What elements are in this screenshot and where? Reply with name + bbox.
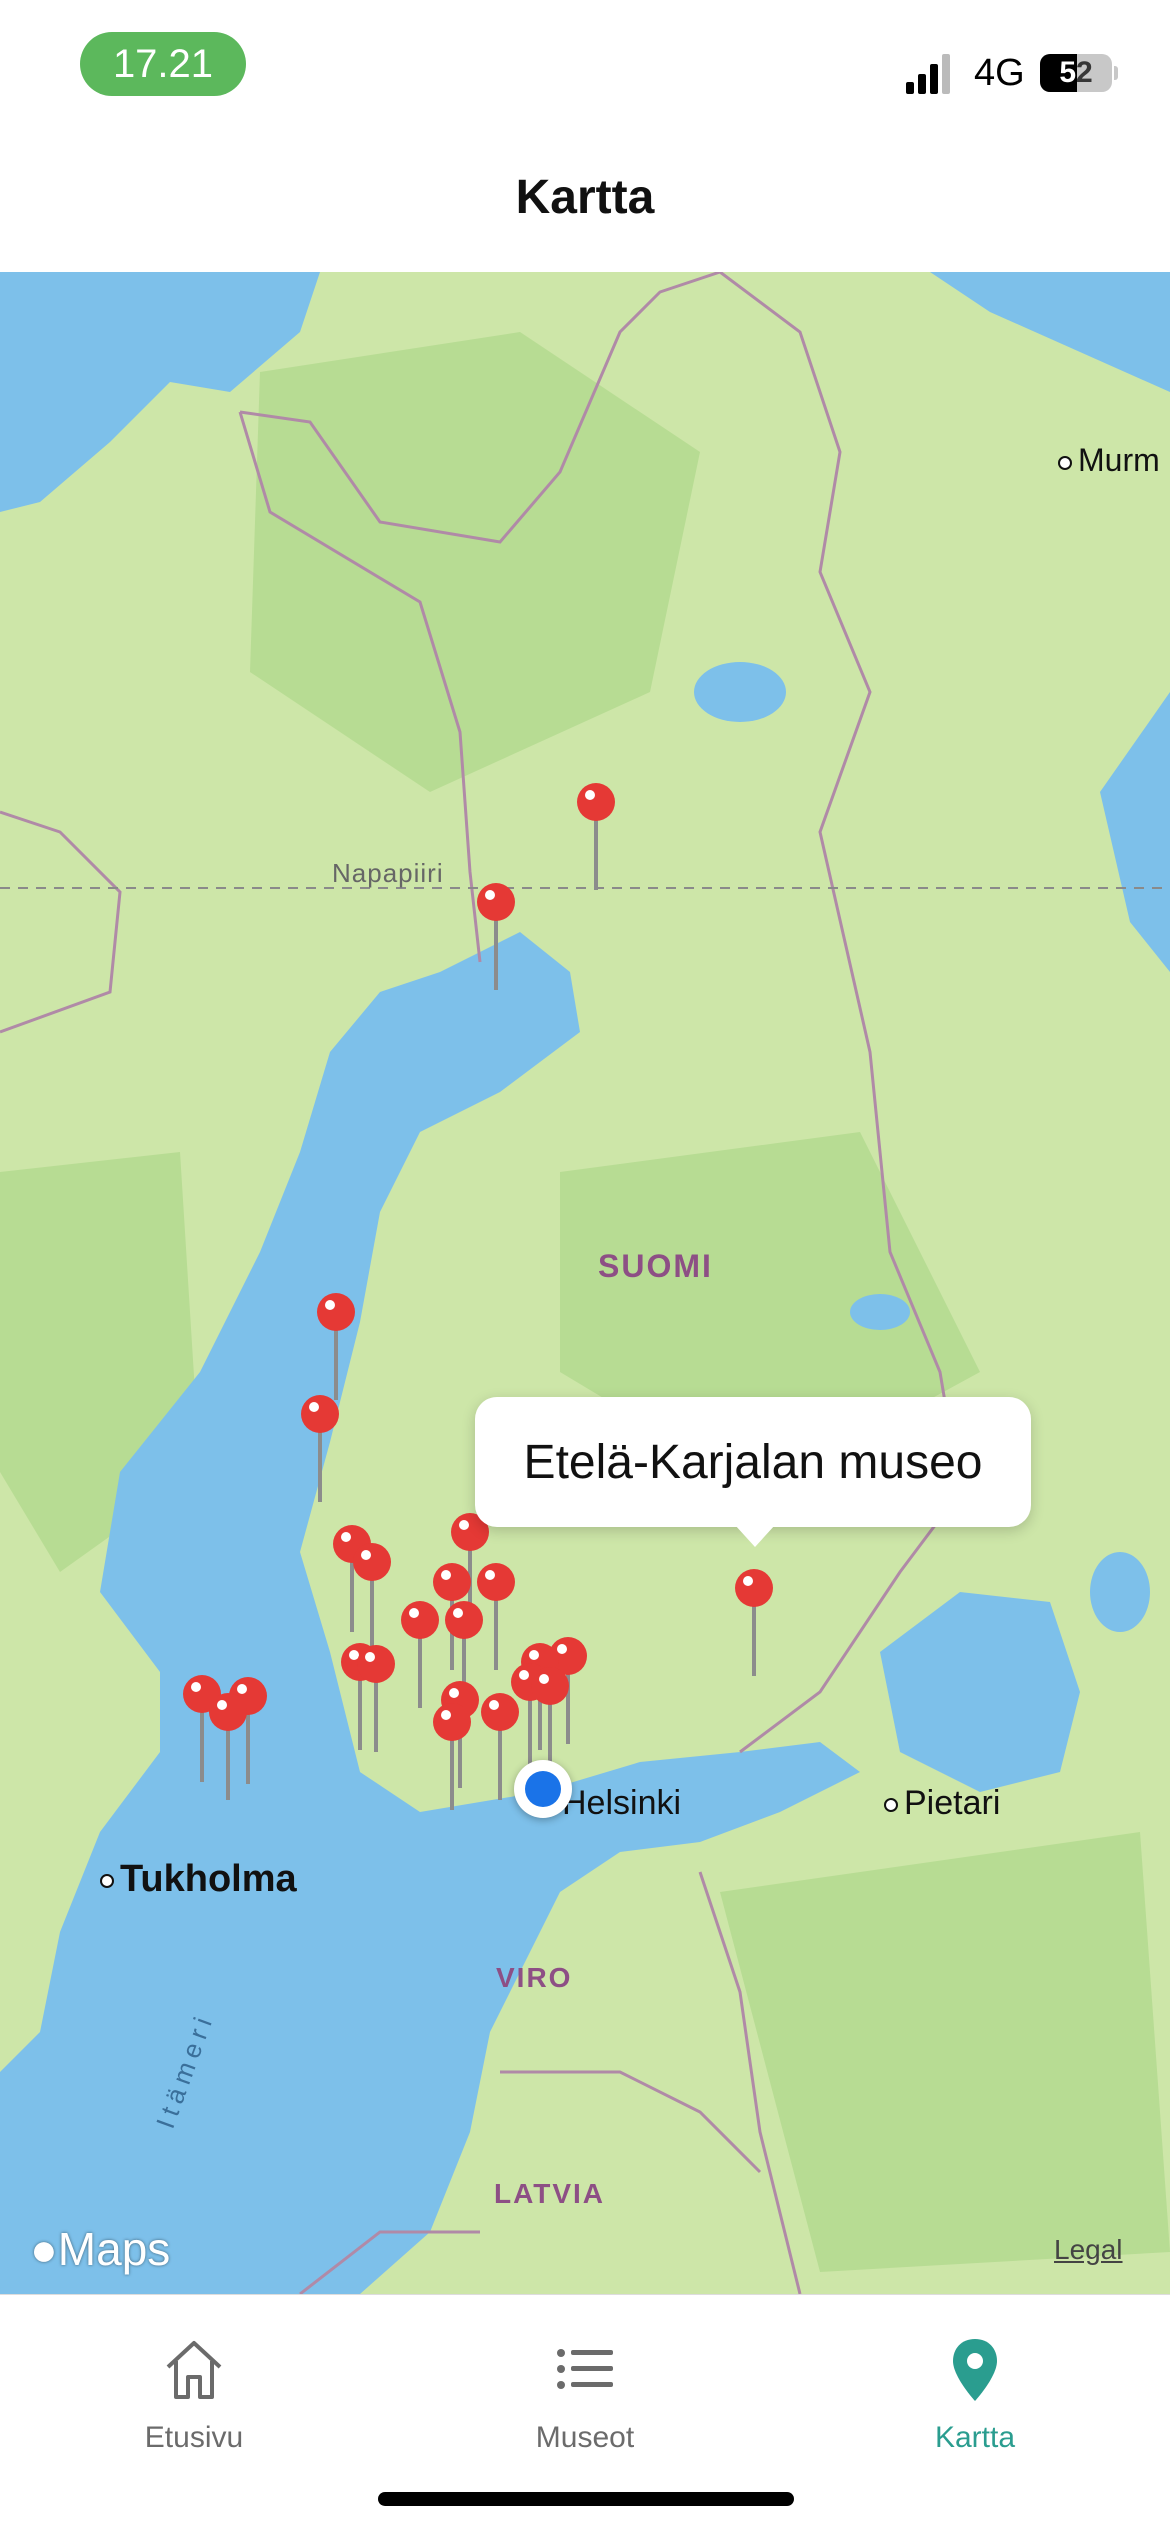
tab-museot[interactable]: Museot <box>465 2315 705 2455</box>
tab-kartta[interactable]: Kartta <box>855 2315 1095 2455</box>
status-time: 17.21 <box>80 32 246 96</box>
page-title: Kartta <box>515 171 655 224</box>
signal-icon <box>906 54 950 94</box>
tab-label: Kartta <box>934 2421 1016 2454</box>
map-label-finland: SUOMI <box>598 1248 713 1284</box>
map-label-latvia: LATVIA <box>494 2178 606 2209</box>
museum-pin[interactable] <box>734 1568 774 1678</box>
tab-etusivu[interactable]: Etusivu <box>74 2315 314 2455</box>
map-label-arctic-circle: Napapiiri <box>332 858 444 888</box>
map-pin-icon <box>953 2339 997 2401</box>
tab-label: Etusivu <box>144 2421 244 2454</box>
museum-pin[interactable] <box>316 1292 356 1402</box>
museum-pin[interactable] <box>432 1702 472 1812</box>
user-location-marker <box>514 1760 572 1818</box>
map-label-st-petersburg: Pietari <box>884 1784 1000 1823</box>
map-label-estonia: VIRO <box>496 1962 573 1993</box>
museum-pin[interactable] <box>530 1666 570 1776</box>
museum-callout[interactable]: Etelä-Karjalan museo <box>475 1397 1031 1547</box>
maps-attribution: ●Maps <box>30 2223 171 2275</box>
museum-pin[interactable] <box>576 782 616 892</box>
map-label-murmansk: Murm <box>1058 442 1160 479</box>
map-background <box>0 272 1170 2294</box>
battery-level: 52 <box>1059 56 1093 89</box>
museum-pin[interactable] <box>476 882 516 992</box>
home-indicator <box>378 2492 794 2506</box>
museum-pin[interactable] <box>400 1600 440 1710</box>
tab-label: Museot <box>535 2421 635 2454</box>
list-icon <box>557 2349 613 2389</box>
network-type: 4G <box>974 52 1025 94</box>
battery-icon: 52 <box>1040 54 1112 92</box>
battery-cap <box>1114 66 1118 80</box>
legal-link[interactable]: Legal <box>1054 2234 1123 2266</box>
map-label-helsinki: Helsinki <box>562 1784 682 1822</box>
map-label-stockholm: Tukholma <box>100 1858 297 1901</box>
museum-pin[interactable] <box>356 1644 396 1754</box>
museum-pin[interactable] <box>208 1692 248 1802</box>
map-view[interactable]: Murm Napapiiri SUOMI Helsinki Pietari Tu… <box>0 272 1170 2294</box>
status-bar: 17.21 4G 52 <box>0 0 1170 120</box>
museum-pin[interactable] <box>352 1542 392 1652</box>
apple-logo-icon: ● <box>30 2223 58 2275</box>
home-icon <box>166 2341 222 2399</box>
museum-pin[interactable] <box>300 1394 340 1504</box>
